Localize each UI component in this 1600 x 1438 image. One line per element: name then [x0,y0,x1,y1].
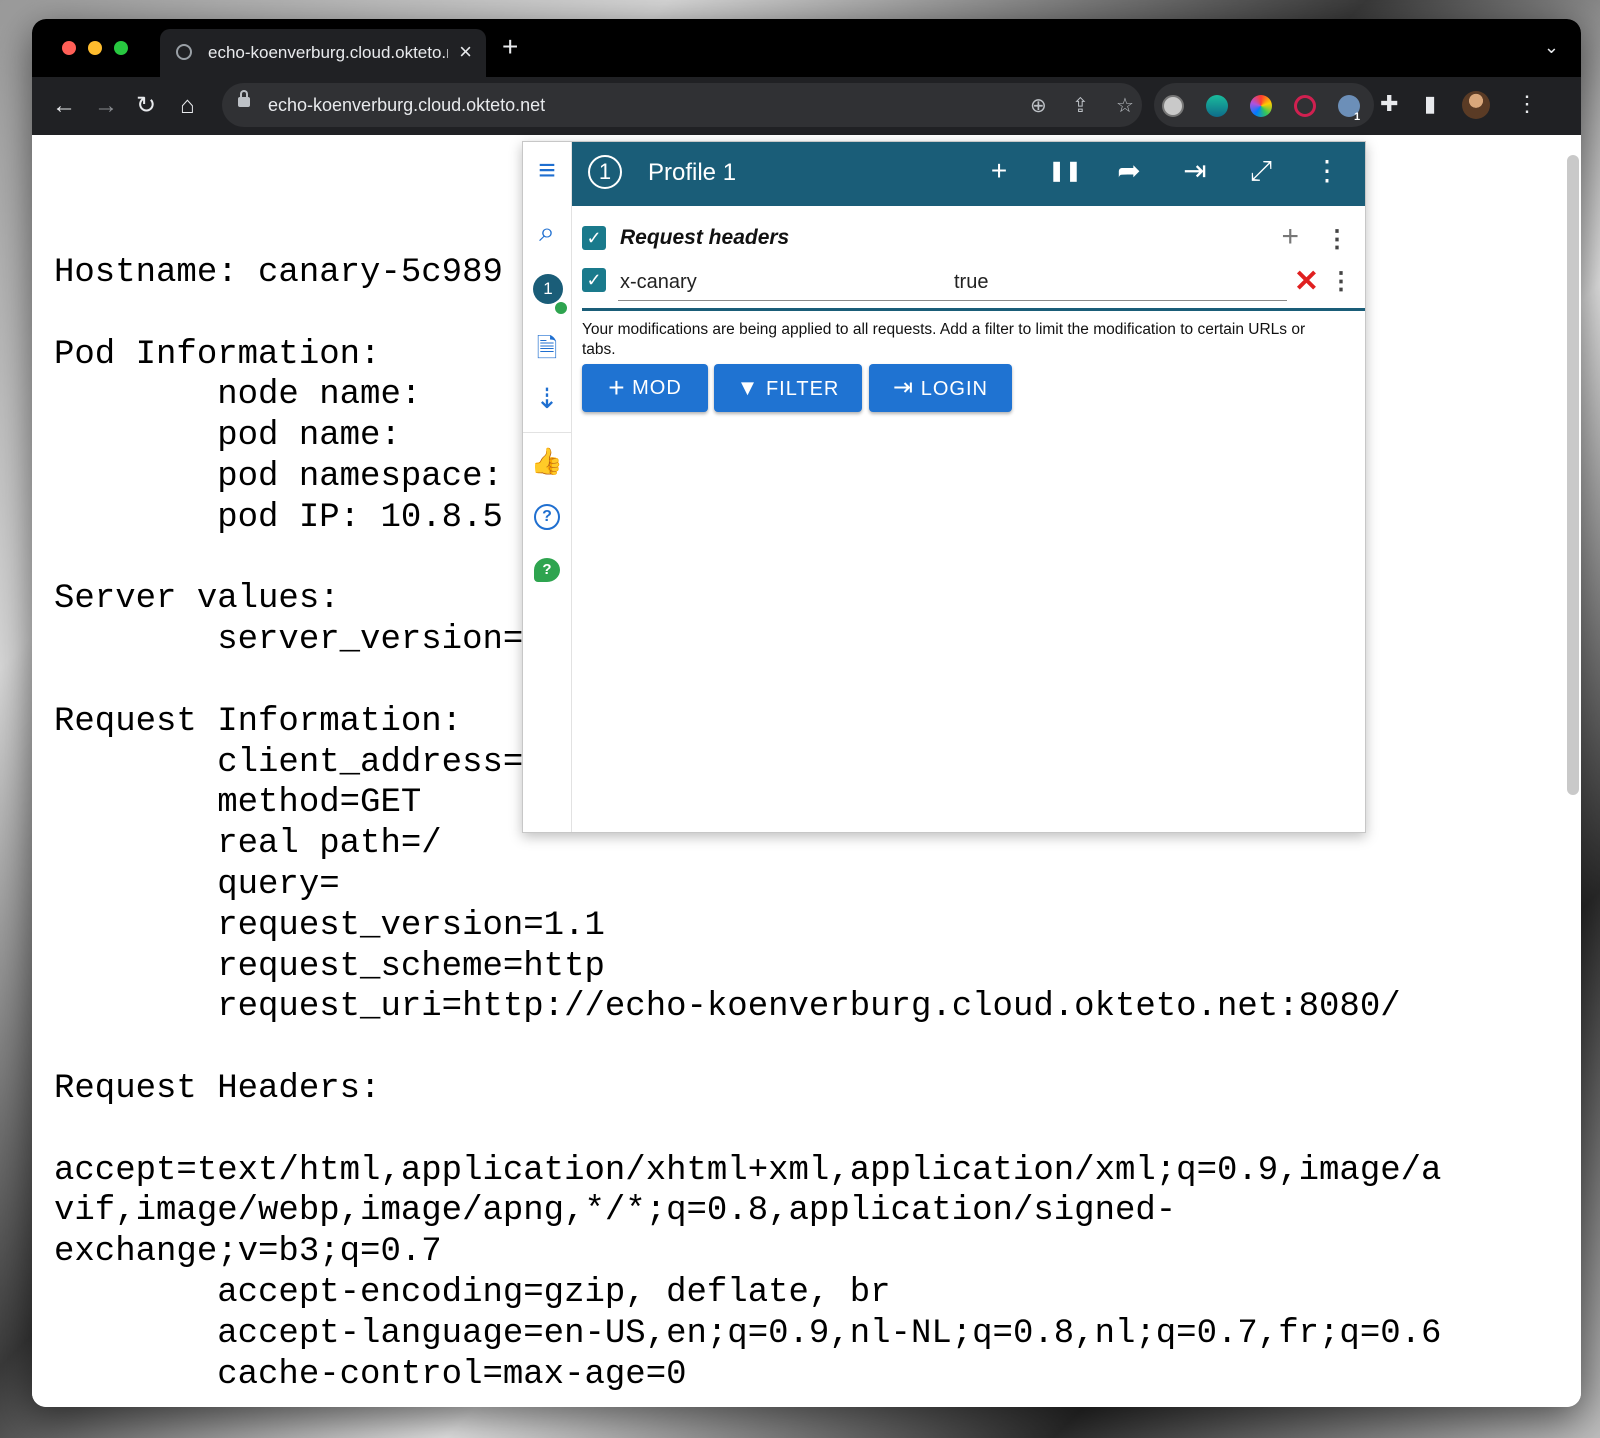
zoom-window-button[interactable] [114,41,128,55]
echo-line: pod IP: 10.8.5 [54,498,503,537]
profile-name[interactable]: Profile 1 [648,159,736,187]
plus-icon: + [608,372,626,403]
puzzle-icon[interactable]: ✚ [1380,91,1398,117]
echo-line: Request Information: [54,702,463,741]
add-filter-button[interactable]: ▼ FILTER [714,364,862,412]
header-row: ✓ x-canary true ✕ ⋮ [582,265,1365,311]
echo-line: request_uri=http://echo-koenverburg.clou… [54,988,1401,1027]
echo-line: Pod Information: [54,335,381,374]
home-icon[interactable]: ⌂ [180,91,195,121]
tab-close-icon[interactable]: × [459,39,472,65]
header-value-field[interactable]: true [954,271,988,294]
share-icon[interactable]: ➦ [1112,156,1146,186]
search-icon[interactable]: ⌕ [523,216,571,249]
profile-number[interactable]: 1 [588,155,622,189]
rail-divider [523,432,571,433]
echo-line: server_version= [54,621,524,660]
echo-line: request_scheme=http [54,947,605,986]
echo-line: accept-encoding=gzip, deflate, br [54,1273,891,1312]
echo-line: Request Headers: [54,1069,381,1108]
header-more-icon[interactable]: ⋮ [1329,270,1353,294]
echo-line: method=GET [54,784,422,823]
modheader-popup: ≡ ⌕ 1 🗎 ⇣ 👍 ? ? 1 Profile 1 + ❚❚ ➦ ⇥ ⤢ ⋮ [522,141,1366,833]
tab-search-icon[interactable]: ⌄ [1544,37,1559,58]
browser-toolbar: ← → ↻ ⌂ echo-koenverburg.cloud.okteto.ne… [32,77,1581,135]
side-panel-icon[interactable]: ▮ [1424,91,1436,117]
share-icon[interactable]: ⇪ [1072,93,1089,118]
section-checkbox[interactable]: ✓ [582,226,606,250]
back-icon[interactable]: ← [52,91,76,121]
lock-icon[interactable] [238,90,250,107]
extensions-group: 1 [1154,83,1374,127]
field-underline [618,300,1287,301]
login-label: LOGIN [920,378,988,400]
import-icon[interactable]: ⇥ [1178,156,1212,186]
popup-sidebar: ≡ ⌕ 1 🗎 ⇣ 👍 ? ? [523,142,572,832]
section-more-icon[interactable]: ⋮ [1325,228,1349,252]
extension-badge: 1 [1354,111,1361,123]
echo-line: pod name: [54,417,401,456]
add-icon[interactable]: + [982,156,1016,186]
add-mod-button[interactable]: + MOD [582,364,708,412]
echo-line: Hostname: canary-5c989 [54,254,503,292]
tab-title: echo-koenverburg.cloud.okteto.net [208,43,448,62]
filter-icon: ▼ [736,375,760,400]
echo-line: cache-control=max-age=0 [54,1355,687,1394]
extension-color-icon[interactable] [1250,95,1272,117]
globe-icon [176,44,192,60]
url-text[interactable]: echo-koenverburg.cloud.okteto.net [268,95,545,116]
close-window-button[interactable] [62,41,76,55]
active-check-icon [553,300,569,316]
extension-glasses-icon[interactable] [1162,95,1184,117]
login-button[interactable]: ⇥ LOGIN [869,364,1012,412]
bookmark-star-icon[interactable]: ☆ [1116,93,1134,118]
forward-icon[interactable]: → [94,91,118,121]
header-name-field[interactable]: x-canary [620,271,697,294]
echo-line: accept=text/html,application/xhtml+xml,a… [54,1151,1442,1190]
header-checkbox[interactable]: ✓ [582,268,606,292]
remove-header-icon[interactable]: ✕ [1294,264,1319,299]
add-file-icon[interactable]: 🗎 [523,330,571,374]
tab-strip: echo-koenverburg.cloud.okteto.net × + ⌄ [32,19,1581,77]
extension-record-icon[interactable] [1294,95,1316,117]
echo-line: client_address= [54,743,524,782]
echo-line: query= [54,865,340,904]
zoom-icon[interactable]: ⊕ [1030,93,1047,118]
new-tab-button[interactable]: + [502,33,518,61]
sort-icon[interactable]: ⇣ [523,382,571,415]
filter-label: FILTER [765,378,840,400]
pause-icon[interactable]: ❚❚ [1048,156,1082,186]
hamburger-menu-icon[interactable]: ≡ [523,154,571,188]
echo-line: real path=/ [54,825,442,864]
echo-line: request_version=1.1 [54,906,605,945]
request-headers-section: ✓ Request headers + ⋮ [582,220,1349,258]
echo-line: accept-language=en-US,en;q=0.9,nl-NL;q=0… [54,1314,1442,1353]
extension-arc-icon[interactable] [1206,95,1228,117]
echo-line: exchange;v=b3;q=0.7 [54,1233,442,1272]
minimize-window-button[interactable] [88,41,102,55]
tab-active[interactable]: echo-koenverburg.cloud.okteto.net × [160,29,486,77]
login-icon: ⇥ [893,374,915,401]
profile-header: 1 Profile 1 + ❚❚ ➦ ⇥ ⤢ ⋮ [572,142,1365,206]
scrollbar[interactable] [1567,155,1579,795]
echo-line: Server values: [54,580,340,619]
feedback-icon[interactable]: ? [534,558,560,582]
add-header-icon[interactable]: + [1281,220,1299,254]
expand-icon[interactable]: ⤢ [1244,156,1278,186]
echo-line: pod namespace: [54,457,503,496]
page-content: Hostname: canary-5c989 Pod Information: … [32,135,1581,1407]
echo-line: node name: [54,376,422,415]
reload-icon[interactable]: ↻ [136,91,156,121]
address-bar[interactable]: echo-koenverburg.cloud.okteto.net ⊕ ⇪ ☆ [222,83,1142,127]
section-title: Request headers [620,226,790,249]
avatar[interactable] [1462,91,1490,119]
browser-menu-icon[interactable]: ⋮ [1516,91,1538,117]
help-icon[interactable]: ? [534,504,560,530]
browser-window: echo-koenverburg.cloud.okteto.net × + ⌄ … [32,19,1581,1407]
echo-line: vif,image/webp,image/apng,*/*;q=0.8,appl… [54,1192,1177,1231]
thumbs-up-icon[interactable]: 👍 [523,446,571,477]
more-icon[interactable]: ⋮ [1310,156,1344,186]
mod-label: MOD [632,377,682,399]
info-note: Your modifications are being applied to … [582,321,1306,358]
